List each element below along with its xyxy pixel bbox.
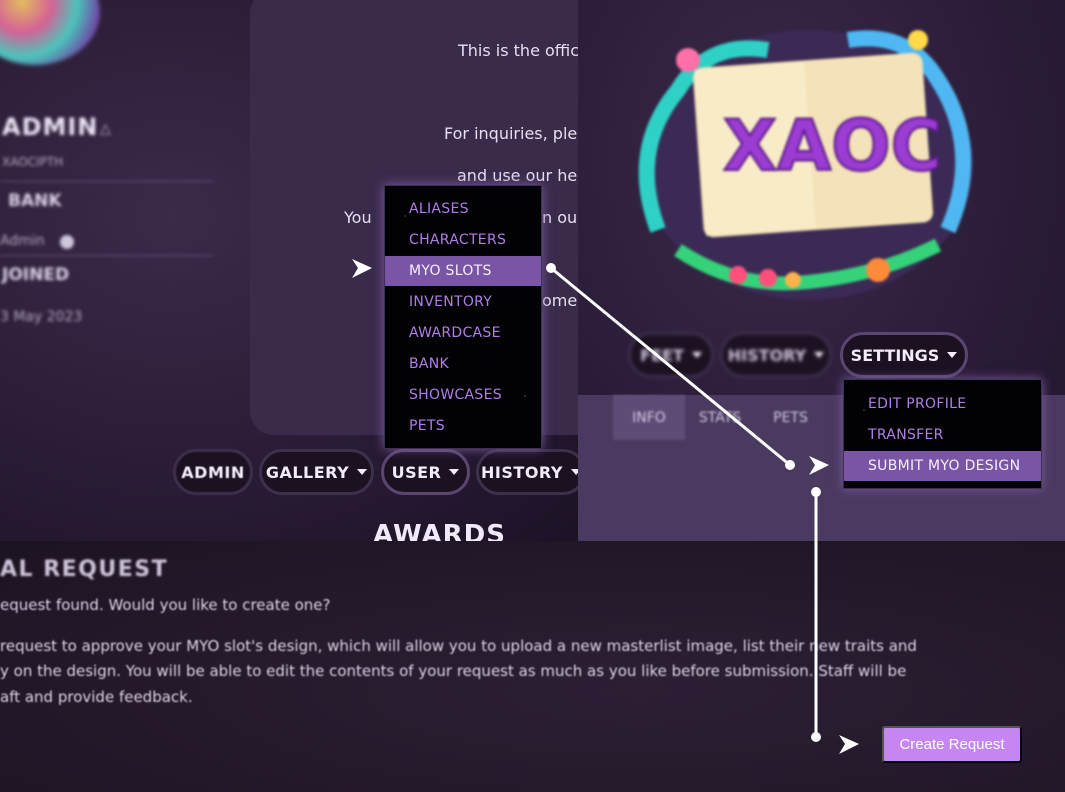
menu-item-awardcase[interactable]: AWARDCASE <box>385 318 541 348</box>
rank-text: Admin <box>0 233 45 249</box>
nav-admin-label: ADMIN <box>181 462 245 482</box>
nav-char-history-button[interactable]: HISTORY <box>720 332 832 378</box>
profile-sub-label: XAOCIPTH <box>2 155 64 169</box>
nav-settings-label: SETTINGS <box>850 345 940 365</box>
triangle-icon: △ <box>100 121 111 137</box>
tab-stats[interactable]: STATS <box>685 395 755 440</box>
menu-item-submit-myo-design[interactable]: SUBMIT MYO DESIGN <box>844 451 1041 481</box>
request-description-line: y on the design. You will be able to edi… <box>0 662 907 680</box>
caret-down-icon <box>814 352 825 358</box>
content-line: ome <box>542 291 578 310</box>
request-description-line: request to approve your MYO slot's desig… <box>0 637 917 655</box>
nav-user-label: USER <box>391 462 442 482</box>
character-artwork-image: XAOC <box>638 30 973 300</box>
caret-down-icon <box>691 352 702 358</box>
content-line: You <box>344 208 372 227</box>
nav-settings-button[interactable]: SETTINGS <box>840 332 968 378</box>
content-line: and use our he <box>457 166 578 185</box>
menu-item-bank[interactable]: BANK <box>385 349 541 379</box>
nav-history-label: HISTORY <box>481 462 563 482</box>
caret-down-icon <box>947 352 958 358</box>
nav-gallery-button[interactable]: GALLERY <box>259 449 374 495</box>
nav-feet-button[interactable]: FEET <box>628 332 714 378</box>
menu-item-showcases[interactable]: SHOWCASES <box>385 380 541 410</box>
menu-item-edit-profile[interactable]: EDIT PROFILE <box>844 389 1041 419</box>
profile-page-panel: ADMIN △ XAOCIPTH BANK Admin JOINED 3 May… <box>0 0 578 541</box>
character-page-panel: XAOC FEET HISTORY SETTINGS INFO STATS PE… <box>578 0 1065 541</box>
nav-char-history-label: HISTORY <box>727 345 807 365</box>
create-request-button[interactable]: Create Request <box>882 726 1022 763</box>
caret-down-icon <box>570 469 578 475</box>
awards-heading: AWARDS <box>373 520 506 541</box>
xaoc-logo-text: XAOC <box>723 105 942 187</box>
nav-user-button[interactable]: USER <box>381 449 470 495</box>
menu-item-aliases[interactable]: ALIASES <box>385 194 541 224</box>
menu-item-characters[interactable]: CHARACTERS <box>385 225 541 255</box>
menu-item-pets[interactable]: PETS <box>385 411 541 441</box>
info-circle-icon <box>60 235 74 249</box>
nav-history-button[interactable]: HISTORY <box>476 449 578 495</box>
content-line: n our <box>542 208 578 227</box>
menu-item-myo-slots[interactable]: MYO SLOTS <box>385 256 541 286</box>
joined-date: 3 May 2023 <box>0 309 83 325</box>
menu-item-transfer[interactable]: TRANSFER <box>844 420 1041 450</box>
caret-down-icon <box>357 469 368 475</box>
user-avatar <box>0 0 100 65</box>
user-dropdown-menu: ALIASES CHARACTERS MYO SLOTS INVENTORY A… <box>384 185 542 449</box>
tab-info[interactable]: INFO <box>613 395 685 440</box>
design-request-panel: AL REQUEST equest found. Would you like … <box>0 541 1065 792</box>
sidebar-divider <box>0 181 213 182</box>
content-line: This is the offic <box>458 41 578 60</box>
menu-item-inventory[interactable]: INVENTORY <box>385 287 541 317</box>
request-no-found-text: equest found. Would you like to create o… <box>0 596 331 614</box>
joined-label: JOINED <box>2 265 70 285</box>
nav-admin-button[interactable]: ADMIN <box>173 449 253 495</box>
tab-pets[interactable]: PETS <box>758 395 823 440</box>
caret-down-icon <box>449 469 460 475</box>
sidebar-divider <box>0 255 213 256</box>
nav-gallery-label: GALLERY <box>265 462 350 482</box>
bank-label: BANK <box>8 191 62 211</box>
nav-feet-label: FEET <box>640 345 684 365</box>
profile-username: ADMIN <box>2 113 99 141</box>
content-line: For inquiries, ple <box>444 124 578 143</box>
settings-dropdown-menu: EDIT PROFILE TRANSFER SUBMIT MYO DESIGN <box>843 379 1042 489</box>
request-description-line: aft and provide feedback. <box>0 688 193 706</box>
request-title: AL REQUEST <box>0 557 169 582</box>
